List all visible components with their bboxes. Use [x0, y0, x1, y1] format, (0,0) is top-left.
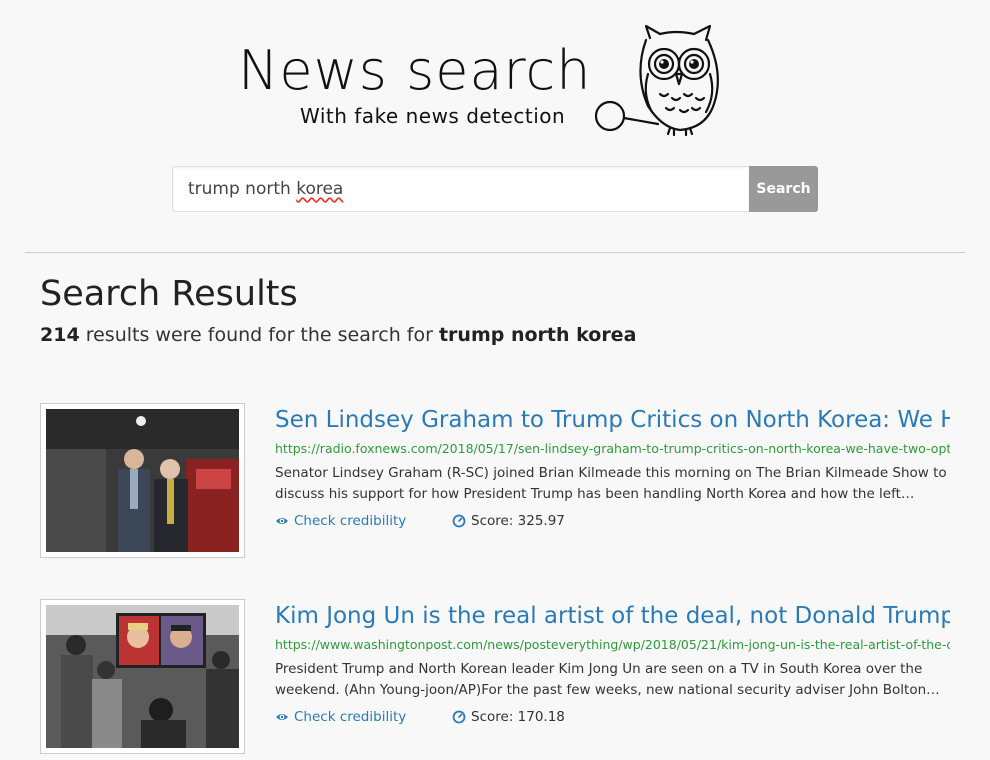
- check-credibility-link[interactable]: Check credibility: [275, 513, 406, 529]
- check-credibility-link[interactable]: Check credibility: [275, 709, 406, 725]
- result-snippet: President Trump and North Korean leader …: [275, 661, 927, 698]
- result-thumbnail-image: [46, 605, 239, 748]
- divider: [25, 252, 965, 253]
- check-credibility-label: Check credibility: [294, 709, 407, 725]
- result-score-label: Score: 170.18: [471, 709, 565, 725]
- eye-icon: [276, 518, 288, 524]
- owl-magnifier-icon: [594, 24, 719, 137]
- search-input[interactable]: trump north korea: [172, 166, 749, 212]
- gauge-icon: [452, 514, 466, 528]
- results-heading: Search Results: [40, 274, 298, 314]
- results-count: 214: [40, 324, 80, 346]
- gauge-icon: [452, 710, 466, 724]
- result-thumbnail[interactable]: [40, 403, 245, 558]
- results-summary: 214 results were found for the search fo…: [40, 324, 636, 346]
- logo-title: News search: [238, 39, 592, 102]
- result-item: Kim Jong Un is the real artist of the de…: [40, 599, 960, 759]
- result-title-link[interactable]: Sen Lindsey Graham to Trump Critics on N…: [275, 403, 950, 437]
- result-score: Score: 170.18: [452, 709, 565, 725]
- result-url: https://radio.foxnews.com/2018/05/17/sen…: [275, 441, 950, 456]
- result-score: Score: 325.97: [452, 513, 565, 529]
- result-thumbnail-image: [46, 409, 239, 552]
- search-query-misspelled-word: korea: [296, 179, 344, 199]
- check-credibility-label: Check credibility: [294, 513, 407, 529]
- search-bar: trump north korea Search: [172, 166, 818, 212]
- result-score-label: Score: 325.97: [471, 513, 565, 529]
- results-summary-text: results were found for the search for: [79, 324, 439, 346]
- result-snippet: Senator Lindsey Graham (R-SC) joined Bri…: [275, 465, 947, 502]
- result-thumbnail[interactable]: [40, 599, 245, 754]
- search-button[interactable]: Search: [749, 166, 818, 212]
- eye-icon: [276, 714, 288, 720]
- result-title-link[interactable]: Kim Jong Un is the real artist of the de…: [275, 599, 950, 633]
- search-query-text: trump north: [188, 179, 297, 199]
- logo-subtitle: With fake news detection: [300, 104, 566, 128]
- result-url: https://www.washingtonpost.com/news/post…: [275, 637, 950, 652]
- result-item: Sen Lindsey Graham to Trump Critics on N…: [40, 403, 960, 563]
- results-query: trump north korea: [438, 324, 637, 346]
